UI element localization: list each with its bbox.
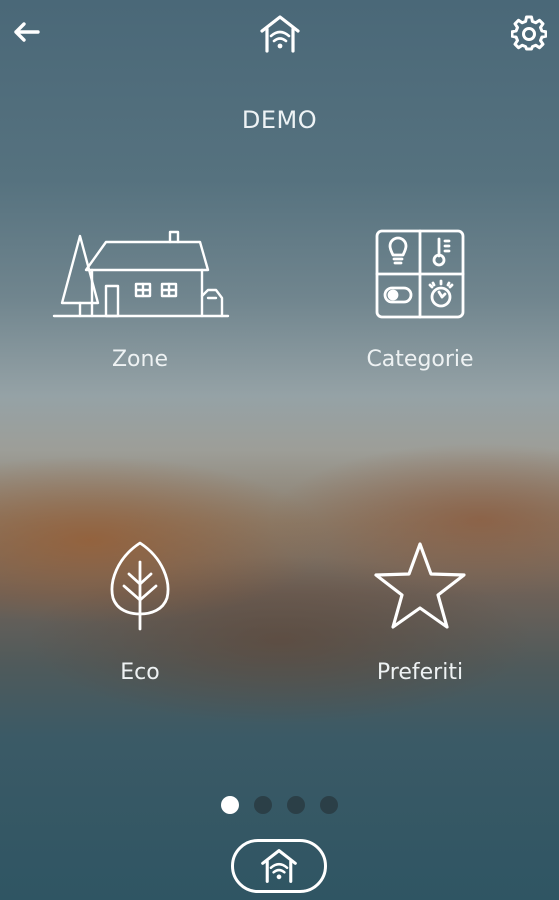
tile-preferiti[interactable]: Preferiti (305, 540, 535, 720)
tile-label: Zone (111, 347, 168, 372)
home-wifi-icon (261, 849, 297, 883)
page-dot[interactable] (320, 796, 338, 814)
home-button[interactable] (231, 839, 327, 893)
tile-label: Categorie (366, 347, 474, 372)
tile-label: Preferiti (376, 660, 464, 685)
leaf-icon (110, 541, 170, 631)
page-title: DEMO (241, 106, 318, 134)
tile-zone[interactable]: Zone (25, 225, 255, 405)
tile-categorie[interactable]: Categorie (305, 225, 535, 405)
top-bar (0, 0, 559, 64)
settings-button[interactable] (508, 12, 550, 54)
house-icon (52, 230, 230, 318)
arrow-left-icon (14, 22, 40, 42)
page-indicator (221, 796, 341, 816)
home-wifi-icon (260, 15, 300, 53)
home-logo-button[interactable] (257, 12, 303, 56)
back-button[interactable] (8, 14, 44, 50)
tile-label: Eco (120, 660, 160, 685)
tile-eco[interactable]: Eco (25, 540, 255, 720)
page-dot[interactable] (254, 796, 272, 814)
page-dot[interactable] (287, 796, 305, 814)
gear-icon (511, 15, 547, 51)
categories-grid-icon (375, 229, 465, 319)
star-icon (374, 542, 466, 629)
page-dot-active[interactable] (221, 796, 239, 814)
